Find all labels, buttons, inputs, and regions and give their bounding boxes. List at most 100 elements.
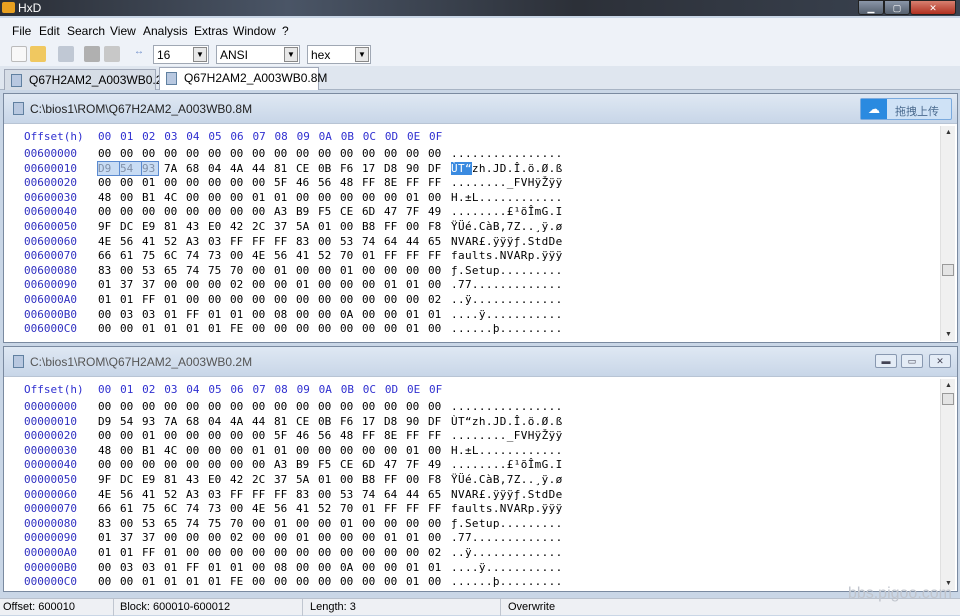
hex-byte[interactable]: 00 [428,147,450,160]
hex-byte[interactable]: 01 [428,561,450,574]
hex-byte[interactable]: 00 [296,322,318,335]
hex-byte[interactable]: DF [428,415,450,428]
hex-byte[interactable]: 00 [120,575,142,588]
hex-byte[interactable]: 41 [142,488,164,501]
tab-file-0.2m[interactable]: Q67H2AM2_A003WB0.2M [4,69,172,90]
hex-byte[interactable]: 00 [252,293,274,306]
hex-byte[interactable]: 00 [120,400,142,413]
hex-byte[interactable]: 00 [340,444,362,457]
hex-byte[interactable]: 6D [362,458,384,471]
hex-byte[interactable]: 17 [362,162,384,175]
hex-byte[interactable]: 42 [230,473,252,486]
hex-byte[interactable]: 00 [340,220,362,233]
hex-byte[interactable]: 00 [230,205,252,218]
chevron-down-icon[interactable]: ▼ [355,47,369,62]
hex-byte[interactable]: 00 [362,561,384,574]
hex-byte[interactable]: 00 [362,278,384,291]
menu-analysis[interactable]: Analysis [143,24,188,38]
hex-byte[interactable]: A3 [186,235,208,248]
hex-byte[interactable]: 70 [230,264,252,277]
hex-byte[interactable]: FF [186,308,208,321]
hex-byte[interactable]: 44 [252,162,274,175]
menu-help[interactable]: ? [282,24,289,38]
hex-byte[interactable]: 01 [120,546,142,559]
open-ram-icon[interactable] [84,46,100,62]
hex-byte[interactable]: 01 [362,502,384,515]
hex-byte[interactable]: 00 [208,278,230,291]
hex-byte[interactable]: 7F [406,205,428,218]
menu-edit[interactable]: Edit [39,24,60,38]
hex-byte[interactable]: FF [186,561,208,574]
hex-byte[interactable]: 0A [340,561,362,574]
hex-byte[interactable]: 00 [164,176,186,189]
hex-byte[interactable]: FF [230,488,252,501]
hex-byte[interactable]: FF [384,249,406,262]
hex-byte[interactable]: 73 [208,502,230,515]
hex-byte[interactable]: 00 [318,531,340,544]
hex-byte[interactable]: 70 [340,249,362,262]
hex-byte[interactable]: 01 [428,308,450,321]
hex-byte[interactable]: F8 [428,220,450,233]
hex-byte[interactable]: 00 [296,517,318,530]
hex-byte[interactable]: 00 [318,293,340,306]
hex-byte[interactable]: 01 [98,546,120,559]
hex-byte[interactable]: 00 [98,322,120,335]
hex-byte[interactable]: 00 [406,473,428,486]
hex-byte[interactable]: 75 [142,249,164,262]
hex-byte[interactable]: FF [428,429,450,442]
hex-byte[interactable]: 00 [362,517,384,530]
ascii-text[interactable]: ........£¹õÎmG.I [451,205,563,218]
hex-byte[interactable]: FF [274,488,296,501]
hex-byte[interactable]: 01 [230,561,252,574]
hex-byte[interactable]: 00 [362,531,384,544]
hex-byte[interactable]: 01 [274,264,296,277]
hex-byte[interactable]: 04 [208,162,230,175]
hex-byte[interactable]: 53 [142,517,164,530]
vertical-scrollbar[interactable]: ▲ ▼ [940,126,955,341]
hex-byte[interactable]: 61 [120,249,142,262]
hex-byte[interactable]: E0 [208,473,230,486]
hex-byte[interactable]: 90 [406,162,428,175]
hex-byte[interactable]: B1 [142,444,164,457]
hex-byte[interactable]: 44 [252,415,274,428]
hex-byte[interactable]: 01 [164,575,186,588]
hex-byte[interactable]: 00 [296,561,318,574]
hex-byte[interactable]: B9 [296,205,318,218]
hex-byte[interactable]: FE [230,575,252,588]
hex-byte[interactable]: 00 [274,293,296,306]
hex-byte[interactable]: 65 [428,488,450,501]
hex-byte[interactable]: 01 [406,278,428,291]
hex-byte[interactable]: 53 [340,488,362,501]
hex-byte[interactable]: 00 [340,293,362,306]
hex-byte[interactable]: A3 [274,458,296,471]
hex-byte[interactable]: 00 [340,322,362,335]
hex-byte[interactable]: 01 [164,546,186,559]
hex-byte[interactable]: 43 [186,473,208,486]
hex-byte[interactable]: 70 [230,517,252,530]
hex-byte[interactable]: 4E [98,488,120,501]
hex-byte[interactable]: 00 [208,400,230,413]
hex-byte[interactable]: 01 [142,322,164,335]
hex-byte[interactable]: F5 [318,205,340,218]
hex-byte[interactable]: 00 [98,176,120,189]
hex-byte[interactable]: 44 [406,235,428,248]
hex-byte[interactable]: 00 [252,517,274,530]
hex-byte[interactable]: 37 [142,278,164,291]
hex-byte[interactable]: 01 [98,278,120,291]
hex-byte[interactable]: 00 [384,147,406,160]
hex-byte[interactable]: 01 [164,293,186,306]
hex-byte[interactable]: 01 [384,531,406,544]
hex-byte[interactable]: 9F [98,220,120,233]
hex-byte[interactable]: 08 [274,308,296,321]
hex-byte[interactable]: 48 [340,176,362,189]
hex-byte[interactable]: 00 [230,191,252,204]
hex-byte[interactable]: B8 [362,220,384,233]
hex-byte[interactable]: 00 [318,147,340,160]
hex-byte[interactable]: 00 [186,531,208,544]
hex-byte[interactable]: D8 [384,415,406,428]
hex-byte[interactable]: 00 [208,531,230,544]
open-file-icon[interactable] [30,46,46,62]
hex-byte[interactable]: FF [406,502,428,515]
hex-byte[interactable]: 83 [98,517,120,530]
hex-byte[interactable]: 00 [296,308,318,321]
